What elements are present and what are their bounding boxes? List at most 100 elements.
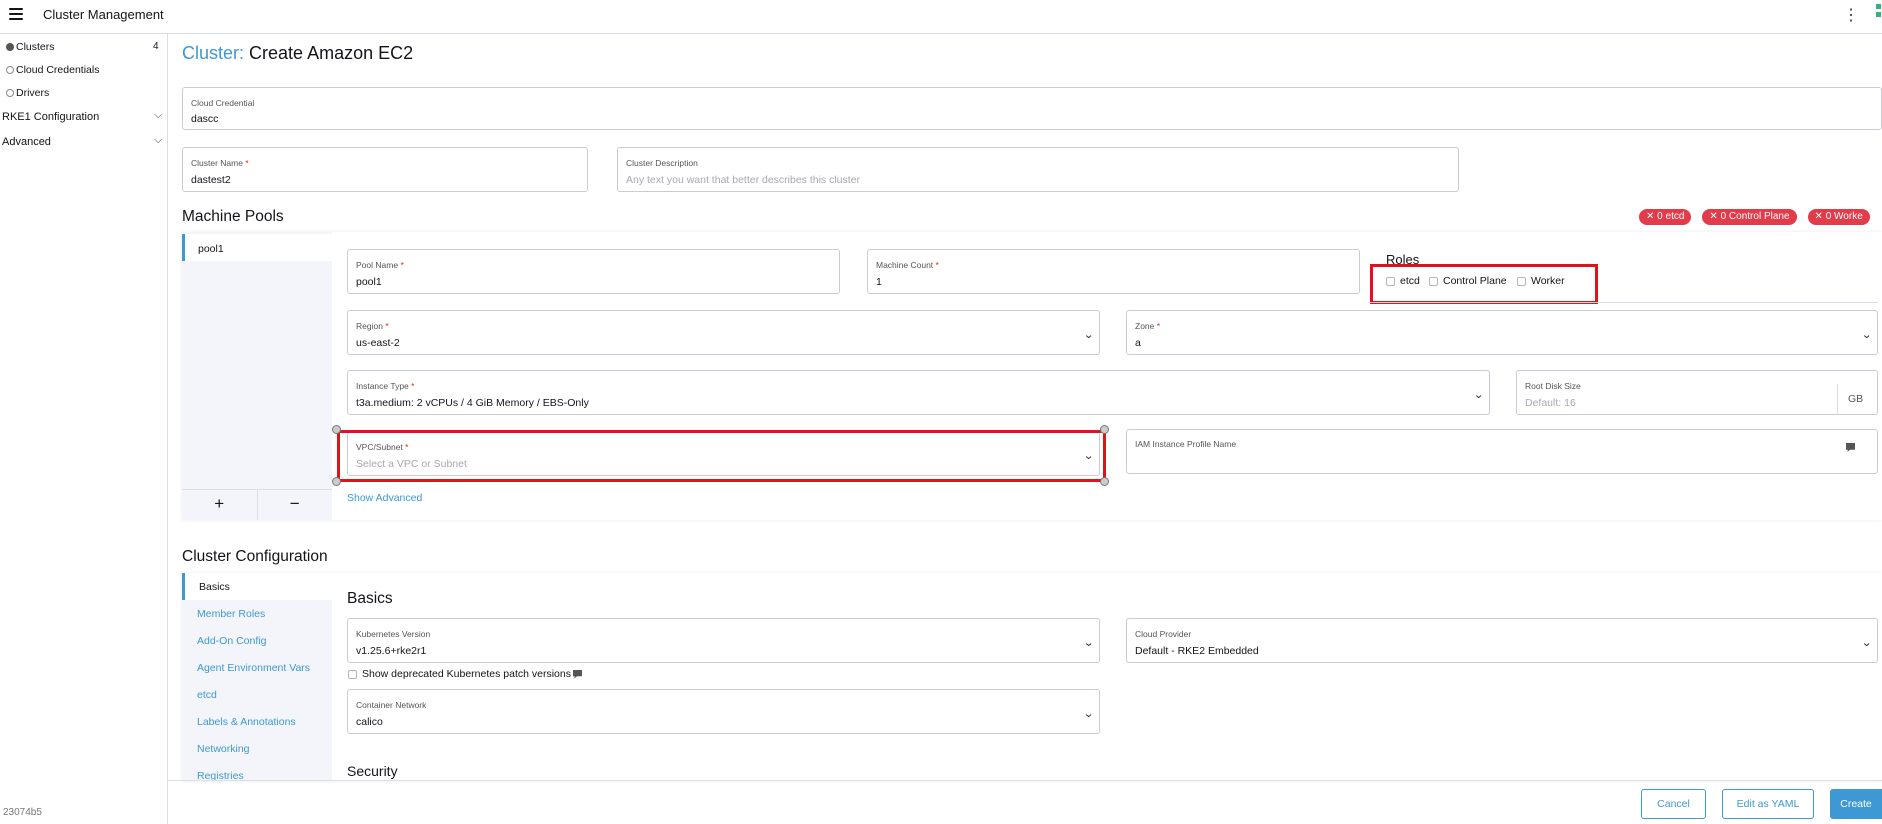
chevron-down-icon: ⌄ xyxy=(1082,329,1094,341)
edit-as-yaml-button[interactable]: Edit as YAML xyxy=(1722,789,1814,819)
field-label: Cloud Provider xyxy=(1135,629,1192,639)
page-title-prefix: Cluster: xyxy=(182,43,245,63)
checkbox-icon xyxy=(348,669,357,679)
chevron-down-icon: ⌄ xyxy=(1082,708,1094,720)
tab-basics[interactable]: Basics xyxy=(182,573,332,600)
resize-handle[interactable] xyxy=(1100,477,1109,486)
app-logo-icon xyxy=(1876,4,1882,20)
resize-handle[interactable] xyxy=(332,477,341,486)
field-label: Container Network xyxy=(356,700,427,710)
sidebar-group-label: Advanced xyxy=(2,136,51,148)
tab-labels-annotations[interactable]: Labels & Annotations xyxy=(182,708,332,735)
role-control-plane-checkbox[interactable]: Control Plane xyxy=(1429,275,1507,287)
page-title: Cluster: Create Amazon EC2 xyxy=(182,43,413,64)
remove-pool-button[interactable]: − xyxy=(257,489,332,520)
disk-unit-label: GB xyxy=(1837,384,1863,414)
field-value: a xyxy=(1135,337,1141,349)
field-value: calico xyxy=(356,716,383,728)
field-label: Pool Name * xyxy=(356,260,404,270)
control-plane-count-badge: ✕ 0 Control Plane xyxy=(1702,209,1797,225)
info-icon[interactable] xyxy=(572,669,582,679)
field-label: Root Disk Size xyxy=(1525,381,1581,391)
sidebar-group-label: RKE1 Configuration xyxy=(2,111,100,123)
checkbox-label: Worker xyxy=(1531,275,1565,287)
chevron-down-icon: ⌄ xyxy=(1860,637,1872,649)
field-label: Machine Count * xyxy=(876,260,939,270)
cluster-icon xyxy=(6,43,14,51)
cluster-description-field[interactable]: Cluster Description Any text you want th… xyxy=(617,147,1459,192)
sidebar-group-advanced[interactable]: Advanced ⌵ xyxy=(2,135,162,148)
app-title: Cluster Management xyxy=(43,7,164,22)
checkbox-label: Control Plane xyxy=(1443,275,1507,287)
field-value: dascc xyxy=(191,113,219,125)
field-label: Cluster Name * xyxy=(191,158,249,168)
checkbox-label: etcd xyxy=(1400,275,1420,287)
field-value: pool1 xyxy=(356,276,382,288)
page-title-main: Create Amazon EC2 xyxy=(249,43,414,63)
tab-networking[interactable]: Networking xyxy=(182,735,332,762)
sidebar-item-clusters[interactable]: Clusters xyxy=(6,41,55,53)
security-title: Security xyxy=(347,763,398,779)
field-value: us-east-2 xyxy=(356,337,400,349)
version-label: 23074b5 xyxy=(3,807,42,818)
create-button[interactable]: Create xyxy=(1830,789,1882,819)
pool-tab-list: pool1 xyxy=(182,232,332,520)
driver-icon xyxy=(6,89,14,97)
role-worker-checkbox[interactable]: Worker xyxy=(1517,275,1565,287)
cluster-name-field[interactable]: Cluster Name * dastest2 xyxy=(182,147,588,192)
tab-registries[interactable]: Registries xyxy=(182,762,332,781)
machine-count-field[interactable]: Machine Count * 1 xyxy=(867,249,1360,294)
hamburger-menu-icon[interactable] xyxy=(9,8,23,20)
tab-etcd[interactable]: etcd xyxy=(182,681,332,708)
cloud-credential-select[interactable]: Cloud Credential dascc xyxy=(182,87,1882,130)
tab-member-roles[interactable]: Member Roles xyxy=(182,600,332,627)
chevron-down-icon: ⌵ xyxy=(154,110,162,121)
checkbox-icon xyxy=(1517,276,1526,286)
add-pool-button[interactable]: + xyxy=(182,489,258,520)
cloud-provider-select[interactable]: Cloud Provider Default - RKE2 Embedded ⌄ xyxy=(1126,618,1878,663)
worker-count-badge: ✕ 0 Worke xyxy=(1807,209,1870,225)
kubernetes-version-select[interactable]: Kubernetes Version v1.25.6+rke2r1 ⌄ xyxy=(347,618,1100,663)
region-select[interactable]: Region * us-east-2 ⌄ xyxy=(347,310,1100,355)
tab-agent-environment-vars[interactable]: Agent Environment Vars xyxy=(182,654,332,681)
field-label: Cloud Credential xyxy=(191,98,255,108)
zone-select[interactable]: Zone * a ⌄ xyxy=(1126,310,1878,355)
field-label: Zone * xyxy=(1135,321,1161,331)
iam-profile-field[interactable]: IAM Instance Profile Name xyxy=(1126,429,1878,474)
resize-handle[interactable] xyxy=(1100,425,1109,434)
etcd-count-badge: ✕ 0 etcd xyxy=(1639,209,1692,225)
instance-type-select[interactable]: Instance Type * t3a.medium: 2 vCPUs / 4 … xyxy=(347,370,1490,415)
top-bar: Cluster Management ⋮ xyxy=(0,0,1882,34)
sidebar-item-label: Cloud Credentials xyxy=(16,64,100,76)
chevron-down-icon: ⌄ xyxy=(1860,329,1872,341)
pool-actions: + − xyxy=(182,489,332,520)
container-network-select[interactable]: Container Network calico ⌄ xyxy=(347,689,1100,734)
field-value: Default - RKE2 Embedded xyxy=(1135,645,1259,657)
roles-divider xyxy=(1368,302,1878,303)
basics-title: Basics xyxy=(347,590,393,607)
pool-name-field[interactable]: Pool Name * pool1 xyxy=(347,249,840,294)
chevron-down-icon: ⌄ xyxy=(1082,637,1094,649)
field-label: Cluster Description xyxy=(626,158,698,168)
tab-add-on-config[interactable]: Add-On Config xyxy=(182,627,332,654)
role-etcd-checkbox[interactable]: etcd xyxy=(1386,275,1420,287)
show-deprecated-checkbox[interactable]: Show deprecated Kubernetes patch version… xyxy=(348,668,582,680)
sidebar-group-rke1-configuration[interactable]: RKE1 Configuration ⌵ xyxy=(2,110,162,123)
cancel-button[interactable]: Cancel xyxy=(1641,789,1706,819)
cluster-configuration-title: Cluster Configuration xyxy=(182,548,328,565)
config-tab-list: Basics Member Roles Add-On Config Agent … xyxy=(182,573,332,781)
more-options-icon[interactable]: ⋮ xyxy=(1843,5,1859,25)
footer-bar xyxy=(168,780,1882,824)
info-icon[interactable] xyxy=(1844,443,1855,455)
field-placeholder: Default: 16 xyxy=(1525,397,1576,409)
sidebar-item-cloud-credentials[interactable]: Cloud Credentials xyxy=(6,64,99,76)
credential-icon xyxy=(6,66,14,74)
show-advanced-link[interactable]: Show Advanced xyxy=(347,492,422,504)
resize-handle[interactable] xyxy=(332,425,341,434)
pool-tab[interactable]: pool1 xyxy=(182,234,332,261)
field-value: dastest2 xyxy=(191,174,231,186)
sidebar-item-label: Clusters xyxy=(16,41,55,53)
role-badges: ✕ 0 etcd ✕ 0 Control Plane ✕ 0 Worke xyxy=(1639,209,1881,225)
sidebar-item-drivers[interactable]: Drivers xyxy=(6,87,49,99)
root-disk-size-field[interactable]: Root Disk Size Default: 16 xyxy=(1516,370,1878,415)
